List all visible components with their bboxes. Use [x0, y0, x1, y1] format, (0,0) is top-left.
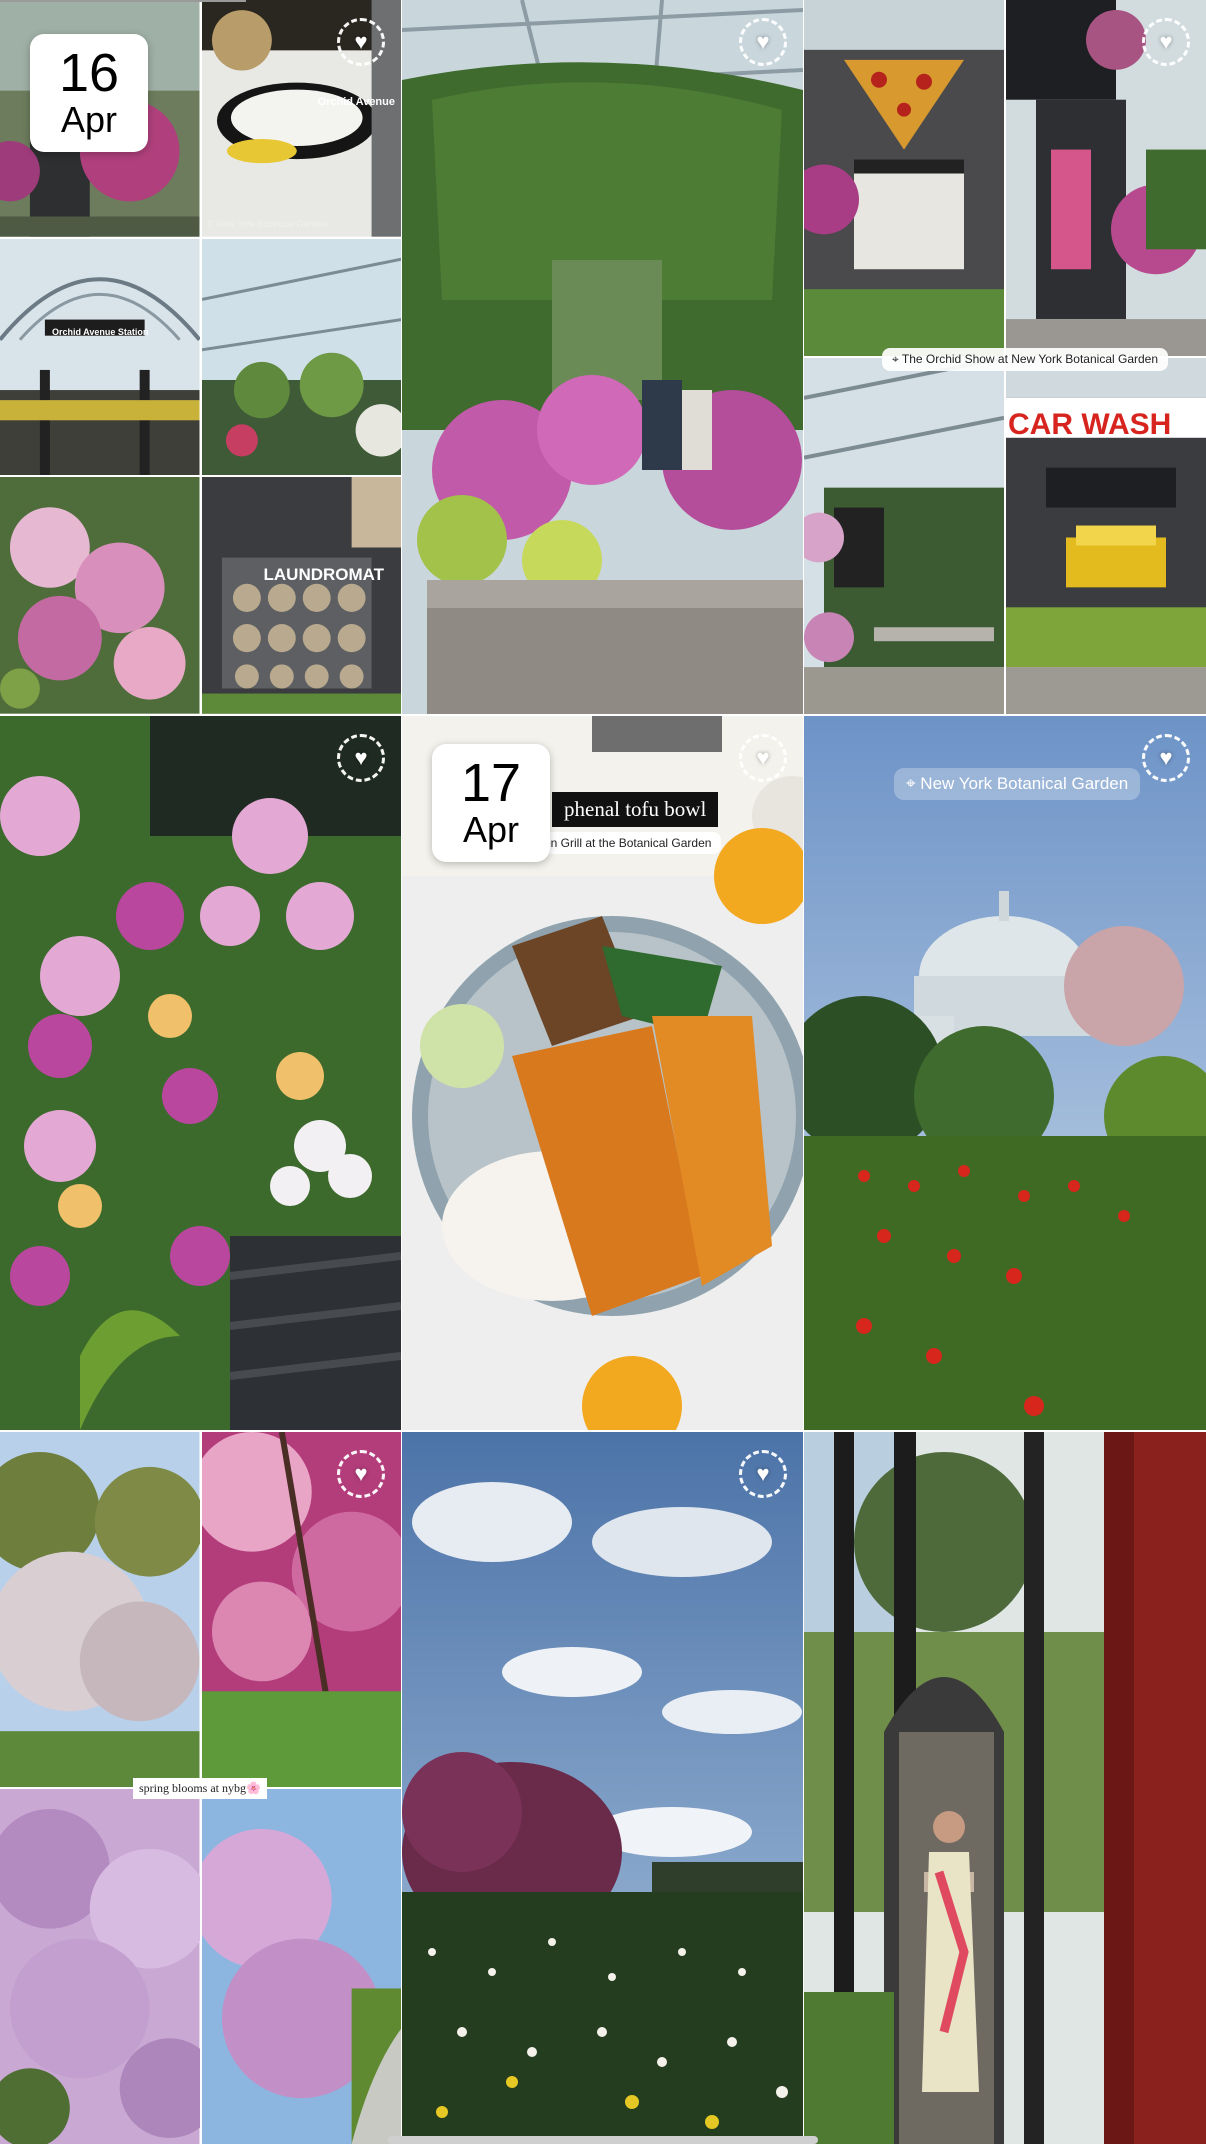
date-day: 16	[58, 43, 120, 103]
caption-subtitle: en Grill at the Botanical Garden	[534, 832, 722, 854]
photo-conservatory-tulips	[804, 716, 1206, 1430]
home-indicator[interactable]	[388, 2136, 818, 2144]
location-pin-icon: ⌖	[906, 774, 921, 793]
laundromat-sign: LAUNDROMAT	[263, 565, 385, 585]
memory-tile-orchid-collage[interactable]: Orchid Avenue © New York Botanical Garde…	[0, 0, 401, 714]
memories-grid: Orchid Avenue © New York Botanical Garde…	[0, 0, 1206, 2144]
caption-label: spring blooms at nybg🌸	[133, 1778, 267, 1799]
station-sign: Orchid Avenue Station	[52, 326, 149, 337]
date-month: Apr	[60, 99, 118, 140]
photo-greenhouse-arch	[402, 0, 803, 714]
photo-car-wash: CAR WASH	[1006, 358, 1206, 714]
caption-title: phenal tofu bowl	[552, 792, 719, 827]
photo-bench-pergola	[804, 358, 1004, 714]
street-sign: Orchid Avenue	[317, 96, 395, 108]
location-caption: ⌖ New York Botanical Garden	[894, 768, 1141, 800]
memory-tile-tofu-bowl[interactable]: phenal tofu bowl en Grill at the Botanic…	[402, 716, 803, 1430]
location-pin-icon: ⌖	[892, 352, 902, 366]
date-badge: 17 Apr	[432, 744, 550, 862]
memory-tile-spring-blooms[interactable]: spring blooms at nybg🌸 ♥	[0, 1432, 401, 2144]
photo-orchid-wall	[0, 477, 200, 714]
top-divider	[0, 0, 246, 2]
photo-lilac-path	[201, 1789, 401, 2144]
memory-tile-meadow[interactable]: ♥	[402, 1432, 803, 2144]
date-month: Apr	[462, 809, 520, 850]
photo-pizza-storefront	[804, 0, 1004, 356]
favorite-heart-icon[interactable]: ♥	[1142, 734, 1190, 782]
photo-greenhouse-plants	[201, 238, 401, 476]
favorite-heart-icon[interactable]: ♥	[739, 1450, 787, 1498]
memory-tile-conservatory[interactable]: ⌖ New York Botanical Garden ♥	[804, 716, 1206, 1430]
favorite-heart-icon[interactable]: ♥	[337, 1450, 385, 1498]
favorite-heart-icon[interactable]: ♥	[739, 734, 787, 782]
car-wash-sign: CAR WASH	[1008, 408, 1172, 441]
memory-tile-mirror-selfie[interactable]	[804, 1432, 1206, 2144]
memory-tile-orchids[interactable]: ♥	[0, 716, 401, 1430]
photo-laundromat: LAUNDROMAT	[201, 477, 401, 714]
date-badge: 16 Apr	[30, 34, 148, 152]
photo-subway-station: Orchid Avenue Station	[0, 238, 200, 476]
watermark: © New York Botanical Garden	[207, 218, 327, 229]
favorite-heart-icon[interactable]: ♥	[739, 18, 787, 66]
favorite-heart-icon[interactable]: ♥	[337, 18, 385, 66]
photo-sky-meadow	[402, 1432, 803, 2144]
favorite-heart-icon[interactable]: ♥	[1142, 18, 1190, 66]
memory-tile-orchid-show[interactable]: CAR WASH ⌖ The Orchid Show at New York B…	[804, 0, 1206, 714]
favorite-heart-icon[interactable]: ♥	[337, 734, 385, 782]
date-day: 17	[460, 753, 522, 813]
photo-orchid-closeup	[0, 716, 401, 1430]
photo-mirror-selfie	[804, 1432, 1206, 2144]
memory-tile-greenhouse[interactable]: ♥	[402, 0, 803, 714]
photo-blossom-tree-white	[0, 1432, 200, 1787]
photo-lilac-bush	[0, 1789, 200, 2144]
location-caption: ⌖ The Orchid Show at New York Botanical …	[882, 348, 1169, 371]
